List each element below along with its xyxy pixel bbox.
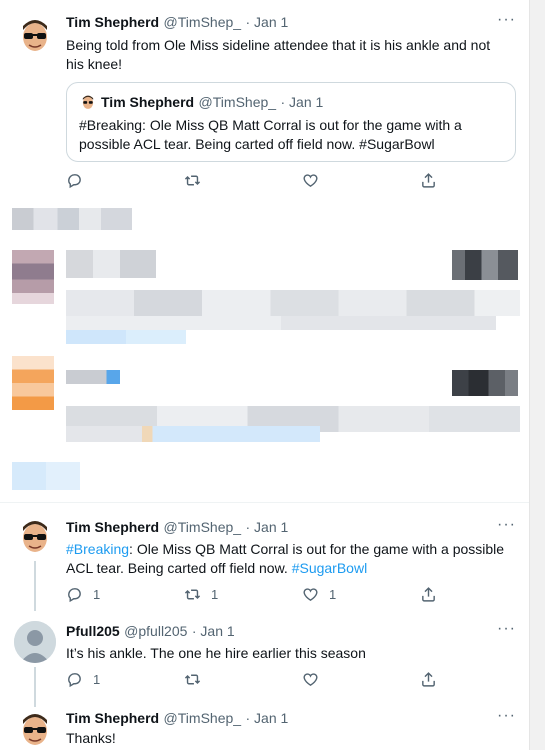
share-icon <box>422 587 435 602</box>
hashtag-link[interactable]: #SugarBowl <box>292 560 368 576</box>
tweet-text: Being told from Ole Miss sideline attend… <box>66 37 491 72</box>
like-icon <box>303 588 318 602</box>
avatar[interactable] <box>14 621 56 663</box>
more-icon[interactable]: ··· <box>497 707 516 725</box>
avatar <box>79 93 97 111</box>
tweet[interactable]: Tim Shepherd @TimShep_ · Jan 1 ··· Being… <box>0 0 530 200</box>
reply-icon <box>68 174 81 189</box>
retweet-icon <box>184 175 201 186</box>
like-icon <box>303 673 318 687</box>
share-icon <box>422 173 435 188</box>
tweet-actions: 1 <box>66 671 538 688</box>
author-name[interactable]: Tim Shepherd <box>66 519 159 535</box>
tweet-date[interactable]: · Jan 1 <box>192 623 235 639</box>
tweet-text: Thanks! <box>66 730 116 746</box>
quoted-tweet-text: #Breaking: Ole Miss QB Matt Corral is ou… <box>79 117 462 152</box>
reply-count: 1 <box>93 587 101 602</box>
share-icon <box>422 672 435 687</box>
tweet[interactable]: Pfull205 @pfull205 · Jan 1 ··· It’s his … <box>0 607 530 707</box>
reply-button[interactable]: 1 <box>66 671 184 688</box>
hashtag-link[interactable]: #Breaking <box>66 541 129 557</box>
tweet-date[interactable]: · Jan 1 <box>246 710 289 726</box>
like-button[interactable]: 1 <box>302 586 420 603</box>
quoted-tweet[interactable]: Tim Shepherd @TimShep_ · Jan 1 #Breaking… <box>66 82 516 162</box>
more-icon[interactable]: ··· <box>497 620 516 638</box>
share-button[interactable] <box>420 671 538 688</box>
retweet-button[interactable] <box>184 172 302 189</box>
avatar[interactable] <box>14 708 56 750</box>
retweet-icon <box>184 589 201 600</box>
tweet-date[interactable]: · Jan 1 <box>246 519 289 535</box>
tweet-text-segment: : Ole Miss QB Matt Corral is out for the… <box>66 541 505 576</box>
censored-region <box>0 200 530 500</box>
reply-icon <box>68 673 81 688</box>
tweet-text: #Breaking: Ole Miss QB Matt Corral is ou… <box>66 540 516 578</box>
author-name[interactable]: Pfull205 <box>66 623 120 639</box>
avatar[interactable] <box>14 515 56 557</box>
reply-count: 1 <box>93 672 101 687</box>
quoted-author-name: Tim Shepherd <box>101 94 195 110</box>
tweet-text: It’s his ankle. The one he hire earlier … <box>66 645 366 661</box>
author-handle[interactable]: @TimShep_ <box>164 710 242 726</box>
quoted-tweet-date: · Jan 1 <box>280 94 324 110</box>
retweet-button[interactable] <box>184 671 302 688</box>
author-name[interactable]: Tim Shepherd <box>66 710 159 726</box>
more-icon[interactable]: ··· <box>497 11 516 29</box>
reply-button[interactable]: 1 <box>66 586 184 603</box>
more-icon[interactable]: ··· <box>497 516 516 534</box>
thread-line <box>34 561 36 611</box>
author-handle[interactable]: @TimShep_ <box>164 14 242 30</box>
retweet-button[interactable]: 1 <box>184 586 302 603</box>
like-button[interactable] <box>302 172 420 189</box>
author-handle[interactable]: @TimShep_ <box>164 519 242 535</box>
tweet-actions: 1 1 1 <box>66 586 538 603</box>
tweet-date[interactable]: · Jan 1 <box>246 14 289 30</box>
retweet-count: 1 <box>211 587 219 602</box>
retweet-icon <box>184 674 201 685</box>
reply-icon <box>68 588 81 603</box>
like-count: 1 <box>329 587 337 602</box>
share-button[interactable] <box>420 172 538 189</box>
author-name[interactable]: Tim Shepherd <box>66 14 159 30</box>
tweet[interactable]: Tim Shepherd @TimShep_ · Jan 1 ··· Thank… <box>0 700 530 750</box>
like-button[interactable] <box>302 671 420 688</box>
tweet-actions <box>66 172 538 189</box>
like-icon <box>303 174 318 188</box>
reply-button[interactable] <box>66 172 184 189</box>
share-button[interactable] <box>420 586 538 603</box>
scrollbar[interactable] <box>529 0 545 750</box>
avatar[interactable] <box>14 14 56 56</box>
tweet[interactable]: Tim Shepherd @TimShep_ · Jan 1 ··· #Brea… <box>0 503 530 611</box>
quoted-author-handle: @TimShep_ <box>198 94 277 110</box>
author-handle[interactable]: @pfull205 <box>124 623 187 639</box>
